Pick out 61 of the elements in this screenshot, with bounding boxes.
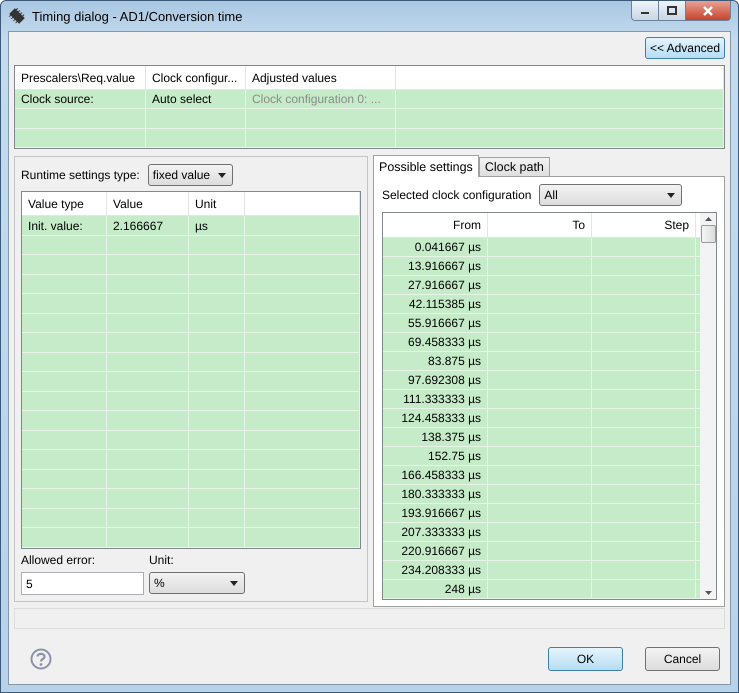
table-cell: Clock configuration 0: ... (246, 90, 396, 108)
column-header[interactable]: To (488, 213, 592, 237)
table-cell: 27.916667 µs (383, 276, 488, 294)
column-header[interactable]: Clock configur... (146, 66, 246, 90)
unit-label: Unit: (149, 553, 175, 567)
close-icon (702, 6, 714, 16)
caret-icon (230, 580, 238, 586)
maximize-button[interactable] (658, 1, 686, 21)
table-cell: 42.115385 µs (383, 295, 488, 313)
table-cell: 248 µs (383, 580, 488, 598)
table-cell: 2.166667 (107, 216, 189, 235)
help-icon[interactable] (30, 648, 52, 670)
allowed-error-label: Allowed error: (21, 553, 96, 567)
scrollbar[interactable] (700, 213, 716, 599)
column-header[interactable]: Step (592, 213, 696, 237)
scroll-thumb[interactable] (700, 225, 716, 243)
runtime-settings-dropdown[interactable]: fixed value (148, 164, 233, 186)
runtime-settings-label: Runtime settings type: (21, 168, 140, 182)
table-cell: 180.333333 µs (383, 485, 488, 503)
dialog-button[interactable]: OK (548, 647, 623, 671)
advanced-button[interactable]: << Advanced (644, 37, 725, 59)
clock-configuration-dropdown[interactable]: All (539, 184, 682, 206)
scroll-up-icon (704, 217, 712, 221)
table-cell: 152.75 µs (383, 447, 488, 465)
column-header[interactable]: Value type (22, 192, 107, 216)
table-cell: Auto select (146, 90, 246, 108)
table-cell: 97.692308 µs (383, 371, 488, 389)
column-header[interactable]: Value (107, 192, 189, 216)
clock-configuration-label: Selected clock configuration (382, 188, 532, 202)
unit-dropdown[interactable]: % (149, 572, 245, 594)
caret-icon (667, 192, 676, 198)
table-cell: 166.458333 µs (383, 466, 488, 484)
table-cell: 0.041667 µs (383, 238, 488, 256)
table-cell: 69.458333 µs (383, 333, 488, 351)
column-header[interactable]: Adjusted values (246, 66, 396, 90)
table-cell: 55.916667 µs (383, 314, 488, 332)
column-header[interactable]: From (383, 213, 488, 237)
table-cell: 83.875 µs (383, 352, 488, 370)
caret-icon (218, 172, 226, 178)
table-cell: 207.333333 µs (383, 523, 488, 541)
table-cell: µs (189, 216, 245, 235)
table-cell: 193.916667 µs (383, 504, 488, 522)
table-cell: 111.333333 µs (383, 390, 488, 408)
tab[interactable]: Possible settings (373, 155, 479, 177)
column-header[interactable]: Unit (189, 192, 245, 216)
scroll-down-icon (704, 591, 712, 595)
table-cell: 220.916667 µs (383, 542, 488, 560)
table-cell: 138.375 µs (383, 428, 488, 446)
table-cell: 124.458333 µs (383, 409, 488, 427)
minimize-button[interactable] (631, 1, 659, 21)
dialog-button[interactable]: Cancel (645, 647, 720, 671)
tab[interactable]: Clock path (478, 157, 550, 176)
table-cell: Clock source: (15, 90, 146, 108)
close-button[interactable] (685, 1, 731, 21)
table-cell: Init. value: (22, 216, 107, 235)
table-cell: 234.208333 µs (383, 561, 488, 579)
maximize-icon (667, 6, 677, 15)
table-cell: 13.916667 µs (383, 257, 488, 275)
window-title: Timing dialog - AD1/Conversion time (32, 8, 242, 24)
column-header[interactable]: Prescalers\Req.value (15, 66, 146, 90)
allowed-error-field[interactable]: 5 (21, 572, 144, 595)
